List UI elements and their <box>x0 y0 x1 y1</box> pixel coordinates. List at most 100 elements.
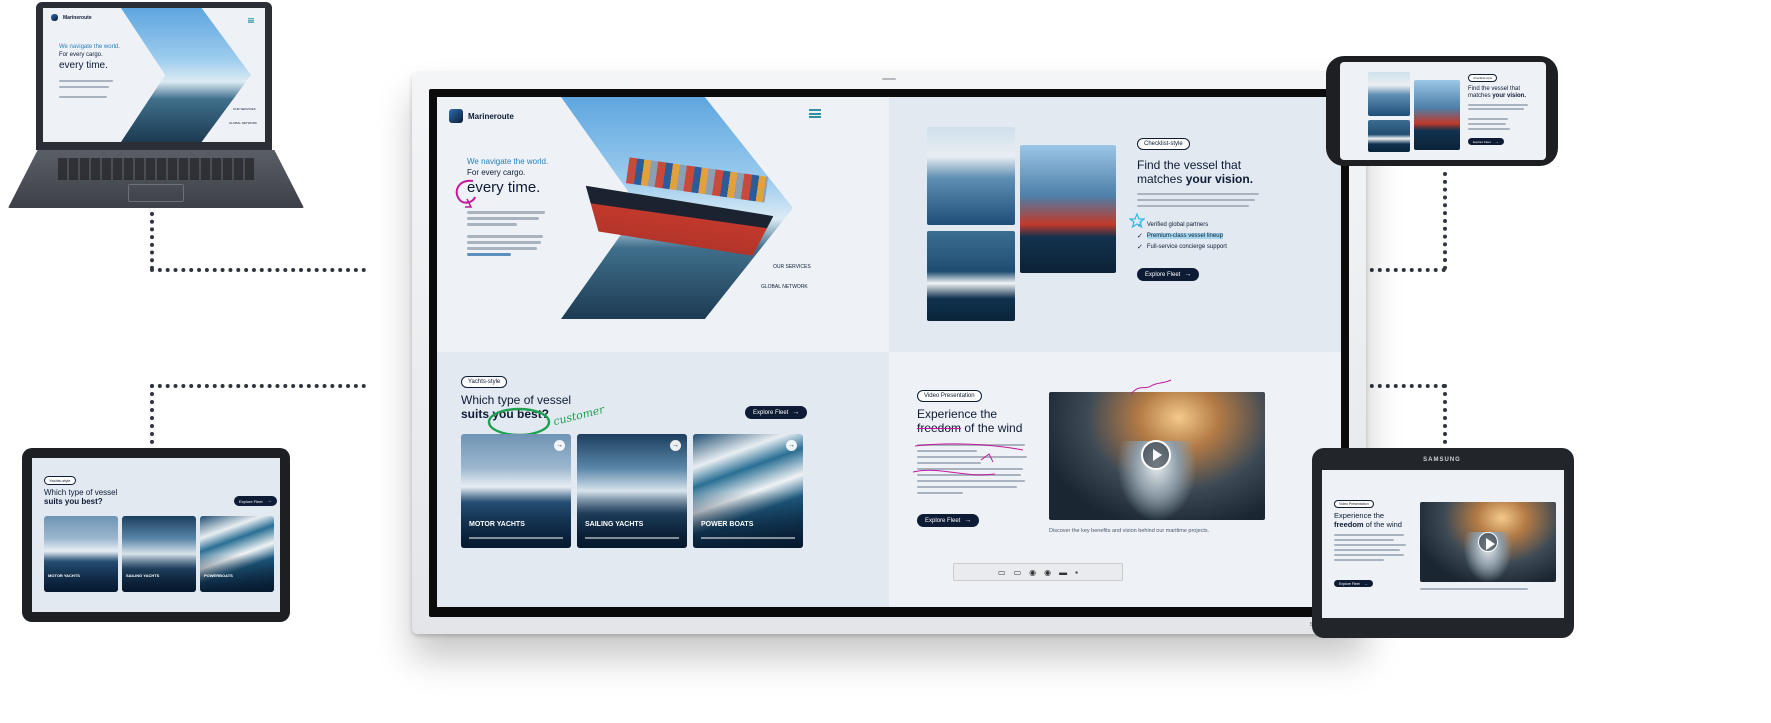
arrow-right-icon: → <box>1494 139 1499 144</box>
hero-line1: We navigate the world. <box>467 157 549 166</box>
logo: Marineroute <box>51 14 92 21</box>
nav-services[interactable]: OUR SERVICES <box>233 107 256 111</box>
card-label: SAILING YACHTS <box>126 573 160 578</box>
section-tag: Video Presentation <box>1334 500 1374 508</box>
section-body <box>1334 544 1406 546</box>
check-icon: ✓ <box>1137 244 1143 251</box>
explore-fleet-button[interactable]: Explore Fleet → <box>1334 580 1373 587</box>
cruise-photo <box>1368 72 1410 116</box>
logo-text: Marineroute <box>468 111 514 121</box>
card-motor-yachts[interactable]: MOTOR YACHTS <box>44 516 118 592</box>
section-tag: Yachts-style <box>44 476 76 485</box>
nav-network[interactable]: GLOBAL NETWORK <box>229 121 257 125</box>
section-title: Find the vessel that matches your vision. <box>1137 158 1254 186</box>
input-port-icon[interactable]: ▭ <box>998 568 1006 577</box>
explore-fleet-button[interactable]: Explore Fleet → <box>745 406 808 419</box>
menu-icon[interactable] <box>248 18 254 23</box>
section-tag: Yachts-style <box>461 376 508 388</box>
hero-line2: For every cargo. <box>467 168 526 177</box>
section-title: Which type of vessel suits you best? <box>44 488 118 507</box>
video-player[interactable] <box>1420 502 1556 582</box>
check-icon: ✓ <box>1137 233 1143 240</box>
body-text <box>59 86 109 88</box>
cargo-photo <box>1414 80 1460 150</box>
hero-body-link[interactable] <box>467 253 511 256</box>
marker-scribble <box>912 443 1024 476</box>
card-shade <box>461 491 571 548</box>
hero-line1: We navigate the world. <box>59 44 120 50</box>
vessel-match-section: Checklist-style Find the vessel that matc… <box>889 97 1341 352</box>
input-port-icon[interactable]: ▭ <box>1014 568 1022 577</box>
display-screen: Marineroute We navigate the world. For e… <box>437 97 1341 607</box>
card-desc <box>469 537 563 539</box>
section-tag: Video Presentation <box>917 390 982 402</box>
explore-fleet-button[interactable]: Explore Fleet → <box>1468 138 1504 145</box>
card-motor-yachts[interactable]: → MOTOR YACHTS <box>461 434 571 548</box>
body-text <box>59 96 107 98</box>
play-icon[interactable] <box>1141 440 1171 470</box>
card-sailing-yachts[interactable]: → SAILING YACHTS <box>577 434 687 548</box>
usb-icon[interactable]: ◉ <box>1029 568 1036 577</box>
hero-body-text <box>467 247 537 250</box>
tablet-left-screen: Yachts-style Which type of vessel suits y… <box>32 458 280 612</box>
logo[interactable]: Marineroute <box>449 109 514 123</box>
connector-tablet-left-down <box>150 384 154 444</box>
video-caption: Discover the key benefits and vision beh… <box>1049 528 1210 534</box>
card-label: SAILING YACHTS <box>585 521 644 528</box>
nav-services[interactable]: OUR SERVICES <box>773 264 811 271</box>
logo-icon <box>449 109 463 123</box>
explore-fleet-button[interactable]: Explore Fleet → <box>234 496 277 506</box>
connector-laptop-across <box>150 268 366 272</box>
checklist-item <box>1468 128 1510 130</box>
marker-circle <box>487 407 551 437</box>
hero-line3: every time. <box>59 60 108 71</box>
hero-line2: For every cargo. <box>59 52 103 58</box>
hero-body-text <box>467 235 543 238</box>
phone-screen: Checklist-style Find the vessel that matc… <box>1340 62 1546 160</box>
hdmi-icon[interactable]: ▬ <box>1059 568 1067 577</box>
card-power-boats[interactable]: → POWER BOATS <box>693 434 803 548</box>
connector-tablet-right-down <box>1443 384 1447 444</box>
explore-fleet-button[interactable]: Explore Fleet → <box>1137 268 1200 281</box>
connector-laptop-down <box>150 212 154 270</box>
section-body <box>1137 193 1259 195</box>
explore-fleet-button[interactable]: Explore Fleet → <box>917 514 980 527</box>
section-tag: Checklist-style <box>1468 74 1498 82</box>
card-desc <box>585 537 679 539</box>
play-icon[interactable] <box>1478 532 1498 552</box>
usb-icon[interactable]: ◉ <box>1044 568 1051 577</box>
connector-phone-down <box>1443 172 1447 270</box>
hero-body-text <box>467 211 545 214</box>
card-sailing-yachts[interactable]: SAILING YACHTS <box>122 516 196 592</box>
arrow-right-icon: → <box>792 409 800 416</box>
menu-icon[interactable] <box>809 109 821 118</box>
section-body <box>1334 549 1400 551</box>
laptop-screen: Marineroute We navigate the world. For e… <box>43 8 265 142</box>
section-body <box>1137 205 1249 207</box>
nav-network[interactable]: GLOBAL NETWORK <box>761 284 808 291</box>
arrow-right-icon[interactable]: → <box>554 440 565 451</box>
marker-star <box>1129 213 1145 229</box>
cruise-photo <box>927 127 1015 225</box>
arrow-right-icon: → <box>1363 581 1368 586</box>
card-power-boats[interactable]: POWERBOATS <box>200 516 274 592</box>
arrow-right-icon: → <box>964 517 972 524</box>
arrow-right-icon: → <box>1184 271 1192 278</box>
video-player[interactable] <box>1049 392 1265 520</box>
checklist-item <box>1468 118 1508 120</box>
arrow-right-icon[interactable]: → <box>786 440 797 451</box>
power-icon[interactable]: ▪ <box>1075 568 1078 577</box>
trackpad <box>128 184 184 202</box>
body-text <box>59 80 113 82</box>
section-title: Experience the freedom of the wind <box>917 407 1023 435</box>
camera <box>882 78 896 80</box>
hero-body-text <box>467 217 539 220</box>
section-body <box>1468 104 1528 106</box>
arrow-right-icon[interactable]: → <box>670 440 681 451</box>
section-title: Experience the freedom of the wind <box>1334 511 1402 529</box>
yacht-photo <box>1368 120 1410 152</box>
card-shade <box>577 491 687 548</box>
section-body <box>1334 559 1384 561</box>
interactive-display: SAMSUNG Marineroute We navigate the worl… <box>412 72 1366 634</box>
checklist-item: ✓ Verified global partners <box>1137 222 1209 229</box>
